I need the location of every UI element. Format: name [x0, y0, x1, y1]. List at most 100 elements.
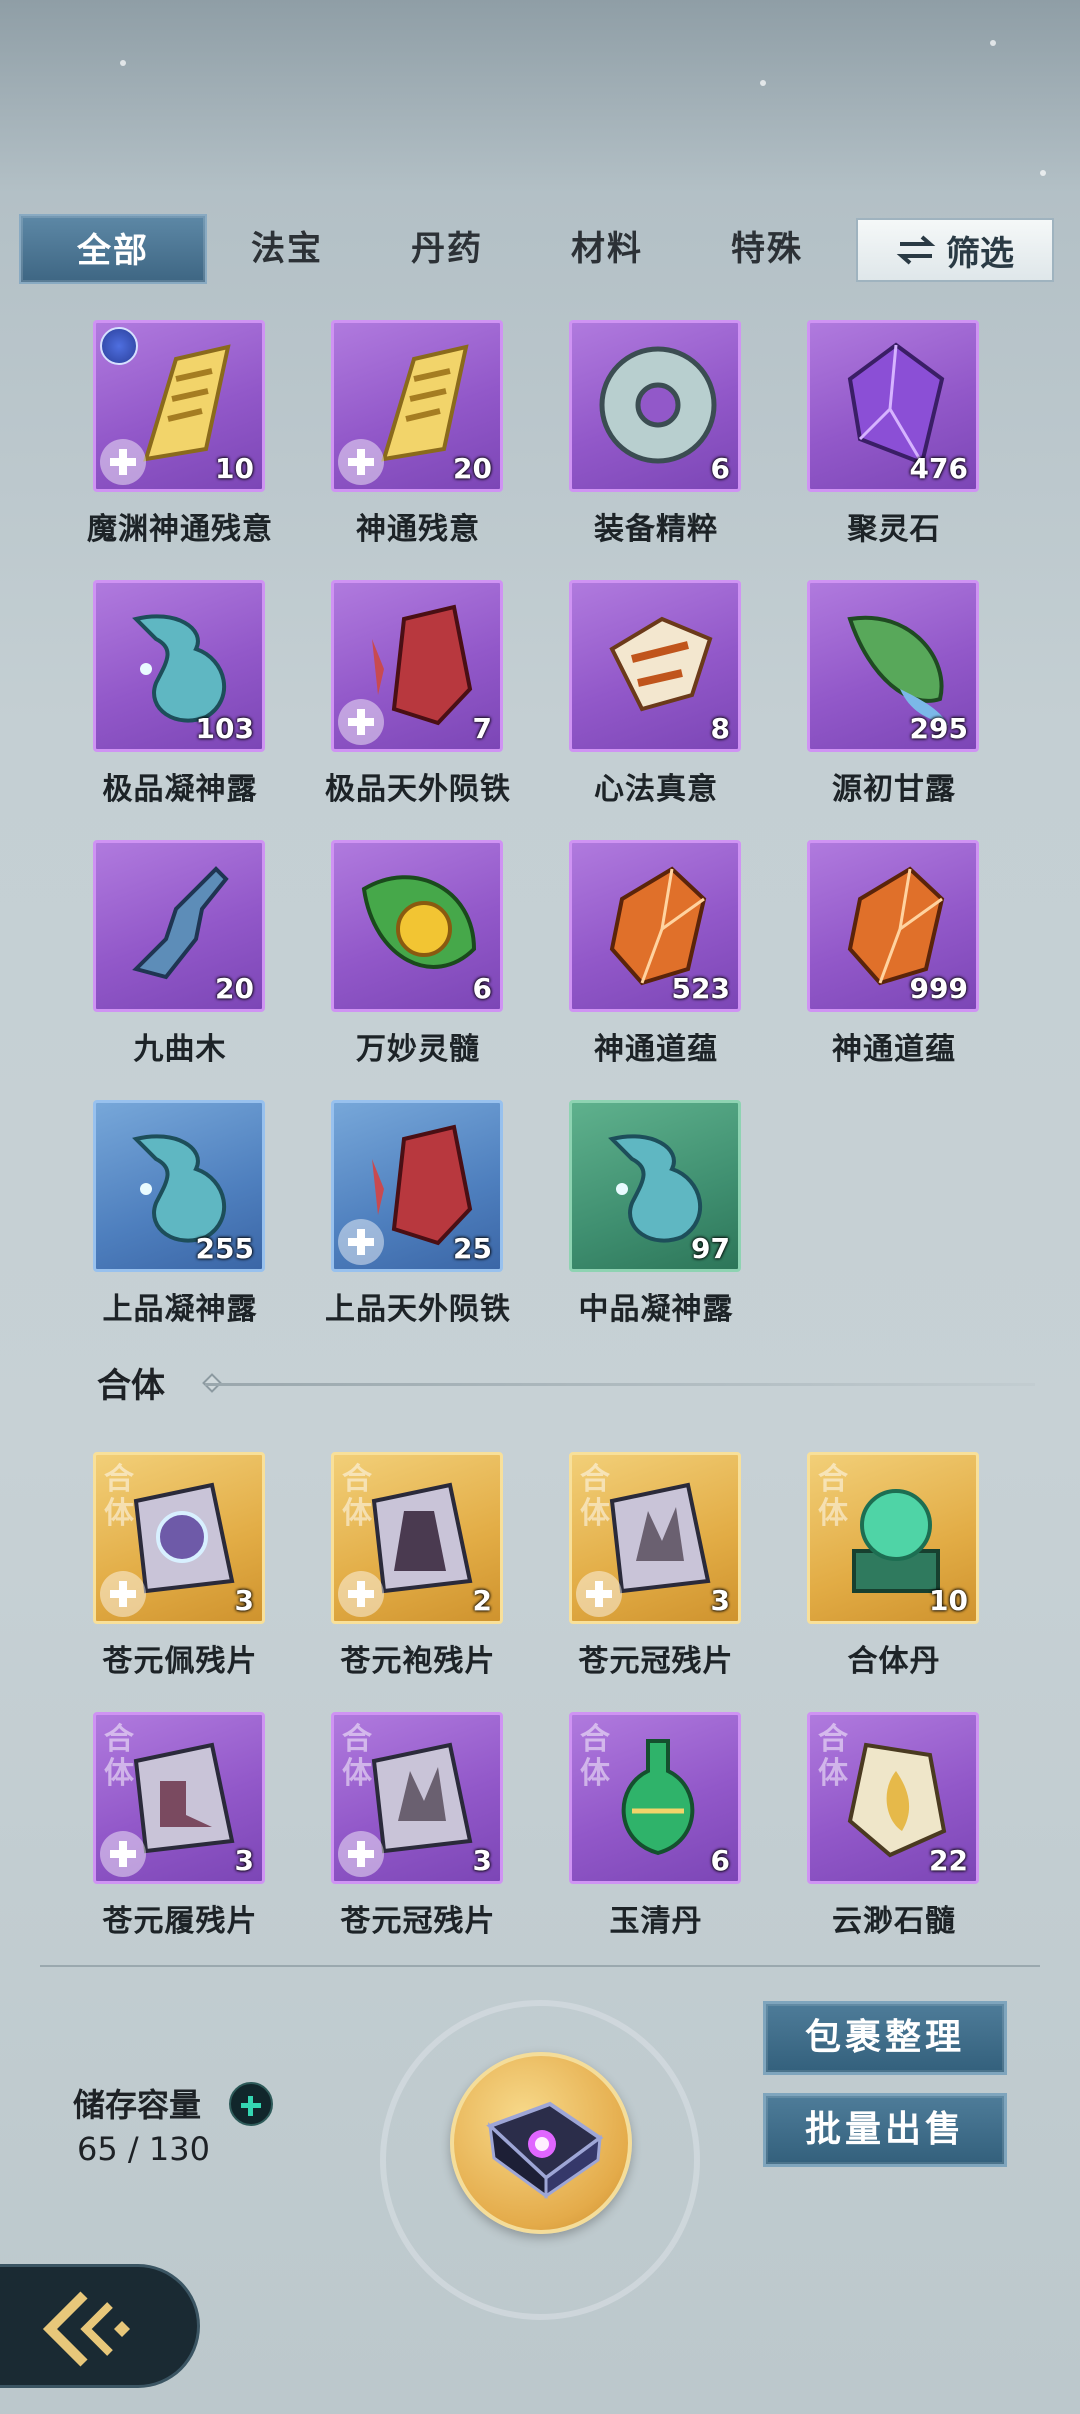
item-tile[interactable]: 6 — [331, 840, 503, 1012]
item-count: 8 — [710, 712, 730, 745]
fragment-plus-icon — [338, 1219, 384, 1265]
section-divider — [205, 1383, 1035, 1386]
inventory-item[interactable]: 999 神通道蕴 — [754, 840, 994, 1090]
item-tile[interactable]: 7 — [331, 580, 503, 752]
inventory-item[interactable]: 20 九曲木 — [40, 840, 280, 1090]
item-tile[interactable]: 97 — [569, 1100, 741, 1272]
inventory-item[interactable]: 合体 10 合体丹 — [754, 1452, 994, 1702]
item-name: 合体丹 — [847, 1644, 941, 1679]
storage-capacity-value: 65 / 130 — [77, 2130, 210, 2168]
item-count: 295 — [909, 712, 968, 745]
inventory-item[interactable]: 合体 3 苍元履残片 — [40, 1712, 280, 1962]
item-tile[interactable]: 476 — [807, 320, 979, 492]
storage-bag-button[interactable] — [450, 2052, 632, 2234]
inventory-item[interactable]: 合体 2 苍元袍残片 — [278, 1452, 518, 1702]
inventory-item[interactable]: 295 源初甘露 — [754, 580, 994, 830]
item-count: 6 — [472, 972, 492, 1005]
inventory-item[interactable]: 255 上品凝神露 — [40, 1100, 280, 1350]
storage-label: 储存容量 — [73, 2086, 202, 2124]
item-tile[interactable]: 合体 3 — [569, 1452, 741, 1624]
back-button[interactable] — [0, 2264, 200, 2388]
item-tile[interactable]: 合体 10 — [807, 1452, 979, 1624]
fragment-plus-icon — [338, 439, 384, 485]
item-count: 255 — [195, 1232, 254, 1265]
inventory-item[interactable]: 25 上品天外陨铁 — [278, 1100, 518, 1350]
storage-bag-icon — [486, 2101, 604, 2199]
back-arrow-icon — [42, 2291, 130, 2367]
item-count: 999 — [909, 972, 968, 1005]
item-tile[interactable]: 20 — [331, 320, 503, 492]
fragment-plus-icon — [338, 1571, 384, 1617]
item-name: 神通道蕴 — [832, 1032, 956, 1067]
fragment-plus-icon — [100, 1571, 146, 1617]
item-count: 3 — [710, 1584, 730, 1617]
add-storage-button[interactable] — [229, 2082, 273, 2126]
item-tile[interactable]: 8 — [569, 580, 741, 752]
item-count: 7 — [472, 712, 492, 745]
item-count: 10 — [215, 452, 254, 485]
fragment-plus-icon — [100, 1831, 146, 1877]
item-count: 3 — [234, 1844, 254, 1877]
item-tile[interactable]: 合体 2 — [331, 1452, 503, 1624]
item-count: 103 — [195, 712, 254, 745]
item-count: 6 — [710, 1844, 730, 1877]
item-tile[interactable]: 103 — [93, 580, 265, 752]
item-count: 523 — [671, 972, 730, 1005]
inventory-item[interactable]: 6 装备精粹 — [516, 320, 756, 570]
item-count: 25 — [453, 1232, 492, 1265]
item-count: 22 — [929, 1844, 968, 1877]
fragment-plus-icon — [576, 1571, 622, 1617]
item-count: 20 — [453, 452, 492, 485]
item-tile[interactable]: 295 — [807, 580, 979, 752]
jade-ring-icon — [599, 346, 717, 464]
item-tile[interactable]: 25 — [331, 1100, 503, 1272]
item-name: 云渺石髓 — [832, 1904, 956, 1939]
item-count: 10 — [929, 1584, 968, 1617]
bottom-divider — [40, 1965, 1040, 1967]
inventory-item[interactable]: 合体 3 苍元佩残片 — [40, 1452, 280, 1702]
inventory-item[interactable]: 20 神通残意 — [278, 320, 518, 570]
item-tile[interactable]: 合体 3 — [93, 1452, 265, 1624]
section-title: 合体 — [97, 1366, 165, 1406]
item-tile[interactable]: 合体 6 — [569, 1712, 741, 1884]
fragment-plus-icon — [100, 439, 146, 485]
item-count: 6 — [710, 452, 730, 485]
golden-relic-icon — [609, 616, 713, 712]
item-count: 3 — [472, 1844, 492, 1877]
item-name: 聚灵石 — [847, 512, 941, 547]
inventory-item[interactable]: 合体 3 苍元冠残片 — [278, 1712, 518, 1962]
item-count: 476 — [909, 452, 968, 485]
inventory-item[interactable]: 97 中品凝神露 — [516, 1100, 756, 1350]
organize-bag-button[interactable]: 包裹整理 — [763, 2001, 1007, 2075]
item-tile[interactable]: 6 — [569, 320, 741, 492]
inventory-item[interactable]: 合体 22 云渺石髓 — [754, 1712, 994, 1962]
inventory-item[interactable]: 103 极品凝神露 — [40, 580, 280, 830]
item-tile[interactable]: 523 — [569, 840, 741, 1012]
item-count: 97 — [691, 1232, 730, 1265]
item-name: 源初甘露 — [832, 772, 956, 807]
item-count: 3 — [234, 1584, 254, 1617]
item-tile[interactable]: 20 — [93, 840, 265, 1012]
item-tile[interactable]: 合体 22 — [807, 1712, 979, 1884]
inventory-item[interactable]: 10 魔渊神通残意 — [40, 320, 280, 570]
inventory-item[interactable]: 8 心法真意 — [516, 580, 756, 830]
demon-abyss-badge-icon — [100, 327, 138, 365]
fragment-plus-icon — [338, 1831, 384, 1877]
item-name: 中品凝神露 — [578, 1292, 734, 1327]
item-tile[interactable]: 10 — [93, 320, 265, 492]
inventory-item[interactable]: 合体 3 苍元冠残片 — [516, 1452, 756, 1702]
bulk-sell-button[interactable]: 批量出售 — [763, 2093, 1007, 2167]
item-tile[interactable]: 合体 3 — [331, 1712, 503, 1884]
inventory-item[interactable]: 476 聚灵石 — [754, 320, 994, 570]
item-tile[interactable]: 999 — [807, 840, 979, 1012]
item-count: 2 — [472, 1584, 492, 1617]
inventory-item[interactable]: 523 神通道蕴 — [516, 840, 756, 1090]
inventory-item[interactable]: 6 万妙灵髓 — [278, 840, 518, 1090]
item-count: 20 — [215, 972, 254, 1005]
inventory-item[interactable]: 7 极品天外陨铁 — [278, 580, 518, 830]
green-potion-icon — [621, 1739, 695, 1856]
fragment-plus-icon — [338, 699, 384, 745]
inventory-item[interactable]: 合体 6 玉清丹 — [516, 1712, 756, 1962]
item-tile[interactable]: 合体 3 — [93, 1712, 265, 1884]
item-tile[interactable]: 255 — [93, 1100, 265, 1272]
